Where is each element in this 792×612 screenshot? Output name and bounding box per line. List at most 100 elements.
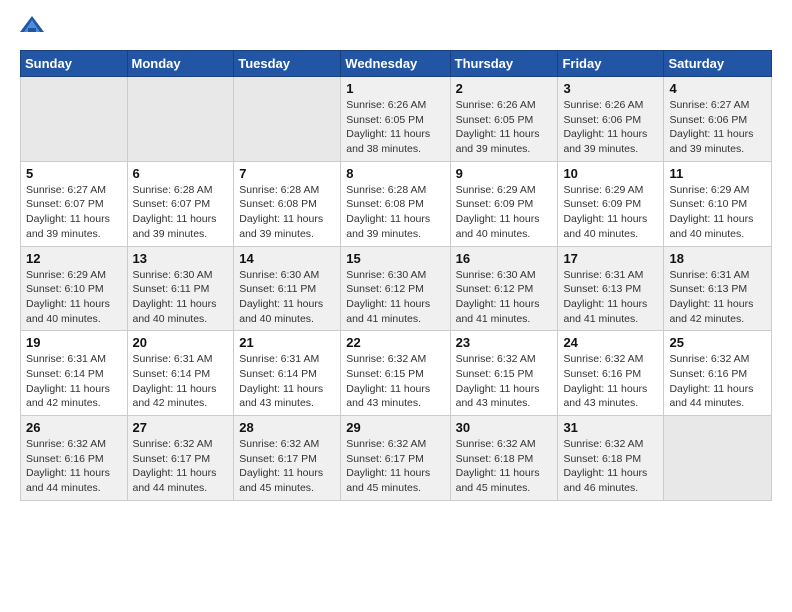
day-info: Sunrise: 6:30 AM Sunset: 6:12 PM Dayligh… [346, 268, 444, 327]
table-cell: 3 Sunrise: 6:26 AM Sunset: 6:06 PM Daylig… [558, 77, 664, 162]
day-info: Sunrise: 6:32 AM Sunset: 6:15 PM Dayligh… [456, 352, 553, 411]
day-number: 29 [346, 420, 444, 435]
table-cell: 11Sunrise: 6:29 AM Sunset: 6:10 PM Dayli… [664, 161, 772, 246]
logo-icon [20, 14, 44, 38]
table-cell: 20 Sunrise: 6:31 AM Sunset: 6:14 PM Dayli… [127, 331, 234, 416]
day-number: 17 [563, 251, 658, 266]
day-info: Sunrise: 6:27 AM Sunset: 6:07 PM Dayligh… [26, 183, 122, 242]
day-number: 28 [239, 420, 335, 435]
calendar-header-row: SundayMondayTuesdayWednesdayThursdayFrid… [21, 51, 772, 77]
day-info: Sunrise: 6:29 AM Sunset: 6:09 PM Dayligh… [563, 183, 658, 242]
day-info: Sunrise: 6:32 AM Sunset: 6:16 PM Dayligh… [26, 437, 122, 496]
week-row-0: 1Sunrise: 6:26 AM Sunset: 6:05 PM Daylig… [21, 77, 772, 162]
day-info: Sunrise: 6:31 AM Sunset: 6:13 PM Dayligh… [563, 268, 658, 327]
day-number: 25 [669, 335, 766, 350]
day-number: 15 [346, 251, 444, 266]
table-cell: 22Sunrise: 6:32 AM Sunset: 6:15 PM Dayli… [341, 331, 450, 416]
day-info: Sunrise: 6:26 AM Sunset: 6:05 PM Dayligh… [456, 98, 553, 157]
day-info: Sunrise: 6:30 AM Sunset: 6:11 PM Dayligh… [133, 268, 229, 327]
week-row-1: 5 Sunrise: 6:27 AM Sunset: 6:07 PM Daylig… [21, 161, 772, 246]
table-cell: 19 Sunrise: 6:31 AM Sunset: 6:14 PM Dayli… [21, 331, 128, 416]
table-cell: 14 Sunrise: 6:30 AM Sunset: 6:11 PM Dayli… [234, 246, 341, 331]
day-number: 4 [669, 81, 766, 96]
table-cell: 8 Sunrise: 6:28 AM Sunset: 6:08 PM Daylig… [341, 161, 450, 246]
day-number: 14 [239, 251, 335, 266]
day-info: Sunrise: 6:32 AM Sunset: 6:17 PM Dayligh… [133, 437, 229, 496]
day-info: Sunrise: 6:27 AM Sunset: 6:06 PM Dayligh… [669, 98, 766, 157]
day-number: 26 [26, 420, 122, 435]
day-number: 27 [133, 420, 229, 435]
table-cell: 5 Sunrise: 6:27 AM Sunset: 6:07 PM Daylig… [21, 161, 128, 246]
table-cell: 13 Sunrise: 6:30 AM Sunset: 6:11 PM Dayli… [127, 246, 234, 331]
day-info: Sunrise: 6:26 AM Sunset: 6:05 PM Dayligh… [346, 98, 444, 157]
day-number: 9 [456, 166, 553, 181]
table-cell: 15 Sunrise: 6:30 AM Sunset: 6:12 PM Dayli… [341, 246, 450, 331]
day-number: 12 [26, 251, 122, 266]
day-info: Sunrise: 6:30 AM Sunset: 6:11 PM Dayligh… [239, 268, 335, 327]
header-sunday: Sunday [21, 51, 128, 77]
table-cell: 9 Sunrise: 6:29 AM Sunset: 6:09 PM Daylig… [450, 161, 558, 246]
day-number: 13 [133, 251, 229, 266]
week-row-2: 12 Sunrise: 6:29 AM Sunset: 6:10 PM Dayli… [21, 246, 772, 331]
header-monday: Monday [127, 51, 234, 77]
day-info: Sunrise: 6:32 AM Sunset: 6:18 PM Dayligh… [563, 437, 658, 496]
table-cell: 17 Sunrise: 6:31 AM Sunset: 6:13 PM Dayli… [558, 246, 664, 331]
day-number: 24 [563, 335, 658, 350]
day-info: Sunrise: 6:28 AM Sunset: 6:07 PM Dayligh… [133, 183, 229, 242]
day-number: 23 [456, 335, 553, 350]
table-cell [21, 77, 128, 162]
day-info: Sunrise: 6:31 AM Sunset: 6:14 PM Dayligh… [239, 352, 335, 411]
header-wednesday: Wednesday [341, 51, 450, 77]
day-number: 6 [133, 166, 229, 181]
table-cell: 12 Sunrise: 6:29 AM Sunset: 6:10 PM Dayli… [21, 246, 128, 331]
table-cell: 30 Sunrise: 6:32 AM Sunset: 6:18 PM Dayli… [450, 416, 558, 501]
table-cell: 25 Sunrise: 6:32 AM Sunset: 6:16 PM Dayli… [664, 331, 772, 416]
day-number: 31 [563, 420, 658, 435]
day-info: Sunrise: 6:29 AM Sunset: 6:10 PM Dayligh… [669, 183, 766, 242]
table-cell: 6 Sunrise: 6:28 AM Sunset: 6:07 PM Daylig… [127, 161, 234, 246]
day-info: Sunrise: 6:28 AM Sunset: 6:08 PM Dayligh… [346, 183, 444, 242]
day-number: 2 [456, 81, 553, 96]
header [20, 16, 772, 40]
table-cell: 21Sunrise: 6:31 AM Sunset: 6:14 PM Dayli… [234, 331, 341, 416]
day-info: Sunrise: 6:29 AM Sunset: 6:09 PM Dayligh… [456, 183, 553, 242]
day-info: Sunrise: 6:31 AM Sunset: 6:14 PM Dayligh… [26, 352, 122, 411]
table-cell: 31 Sunrise: 6:32 AM Sunset: 6:18 PM Dayli… [558, 416, 664, 501]
table-cell: 16Sunrise: 6:30 AM Sunset: 6:12 PM Dayli… [450, 246, 558, 331]
week-row-4: 26 Sunrise: 6:32 AM Sunset: 6:16 PM Dayli… [21, 416, 772, 501]
calendar-table: SundayMondayTuesdayWednesdayThursdayFrid… [20, 50, 772, 501]
day-number: 5 [26, 166, 122, 181]
day-info: Sunrise: 6:29 AM Sunset: 6:10 PM Dayligh… [26, 268, 122, 327]
day-info: Sunrise: 6:26 AM Sunset: 6:06 PM Dayligh… [563, 98, 658, 157]
header-thursday: Thursday [450, 51, 558, 77]
table-cell: 4 Sunrise: 6:27 AM Sunset: 6:06 PM Daylig… [664, 77, 772, 162]
day-info: Sunrise: 6:32 AM Sunset: 6:15 PM Dayligh… [346, 352, 444, 411]
day-number: 3 [563, 81, 658, 96]
day-number: 8 [346, 166, 444, 181]
table-cell [664, 416, 772, 501]
header-tuesday: Tuesday [234, 51, 341, 77]
day-info: Sunrise: 6:32 AM Sunset: 6:17 PM Dayligh… [239, 437, 335, 496]
table-cell: 28 Sunrise: 6:32 AM Sunset: 6:17 PM Dayli… [234, 416, 341, 501]
day-number: 30 [456, 420, 553, 435]
page: SundayMondayTuesdayWednesdayThursdayFrid… [0, 0, 792, 612]
table-cell: 10Sunrise: 6:29 AM Sunset: 6:09 PM Dayli… [558, 161, 664, 246]
day-info: Sunrise: 6:32 AM Sunset: 6:18 PM Dayligh… [456, 437, 553, 496]
header-friday: Friday [558, 51, 664, 77]
day-number: 20 [133, 335, 229, 350]
day-number: 7 [239, 166, 335, 181]
day-info: Sunrise: 6:31 AM Sunset: 6:14 PM Dayligh… [133, 352, 229, 411]
table-cell: 7 Sunrise: 6:28 AM Sunset: 6:08 PM Daylig… [234, 161, 341, 246]
day-number: 18 [669, 251, 766, 266]
day-info: Sunrise: 6:31 AM Sunset: 6:13 PM Dayligh… [669, 268, 766, 327]
day-info: Sunrise: 6:32 AM Sunset: 6:16 PM Dayligh… [563, 352, 658, 411]
day-number: 19 [26, 335, 122, 350]
table-cell: 27 Sunrise: 6:32 AM Sunset: 6:17 PM Dayli… [127, 416, 234, 501]
day-info: Sunrise: 6:32 AM Sunset: 6:16 PM Dayligh… [669, 352, 766, 411]
table-cell: 18 Sunrise: 6:31 AM Sunset: 6:13 PM Dayli… [664, 246, 772, 331]
day-info: Sunrise: 6:32 AM Sunset: 6:17 PM Dayligh… [346, 437, 444, 496]
week-row-3: 19 Sunrise: 6:31 AM Sunset: 6:14 PM Dayli… [21, 331, 772, 416]
table-cell [127, 77, 234, 162]
header-saturday: Saturday [664, 51, 772, 77]
day-info: Sunrise: 6:28 AM Sunset: 6:08 PM Dayligh… [239, 183, 335, 242]
